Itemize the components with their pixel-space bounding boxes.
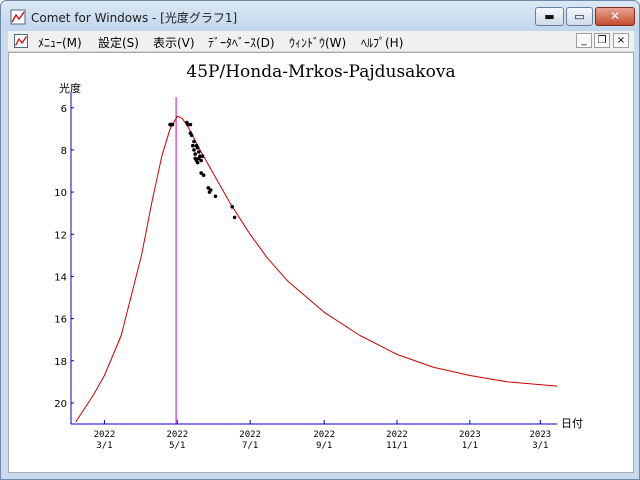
y-tick-label: 8 <box>61 146 67 157</box>
minimize-icon: ▬ <box>544 10 555 23</box>
x-tick-year: 2023 <box>459 430 481 440</box>
predicted-light-curve <box>75 115 558 423</box>
y-tick-label: 12 <box>54 230 67 241</box>
menu-bar: ﾒﾆｭｰ(M) 設定(S) 表示(V) ﾃﾞｰﾀﾍﾞｰｽ(D) ｳｨﾝﾄﾞｳ(W… <box>8 31 634 52</box>
title-bar[interactable]: Comet for Windows - [光度グラフ1] ▬ ▭ ✕ <box>1 1 639 31</box>
observation-point <box>199 158 203 163</box>
observation-point <box>192 148 196 152</box>
mdi-minimize-button[interactable]: _ <box>576 33 592 48</box>
observation-point <box>201 173 206 177</box>
x-tick-year: 2022 <box>94 430 116 440</box>
observation-point <box>195 160 200 165</box>
observation-point <box>191 143 195 148</box>
app-window: Comet for Windows - [光度グラフ1] ▬ ▭ ✕ ﾒﾆｭｰ(… <box>0 0 640 480</box>
observation-point <box>232 215 237 220</box>
chart-title: 45P/Honda-Mrkos-Pajdusakova <box>186 62 455 82</box>
x-tick-date: 9/1 <box>316 441 332 451</box>
x-axis-label: 日付 <box>561 417 583 430</box>
y-tick-label: 14 <box>54 272 67 283</box>
mdi-restore-button[interactable]: ❐ <box>594 33 610 48</box>
menu-window[interactable]: ｳｨﾝﾄﾞｳ(W) <box>289 34 346 51</box>
mdi-close-button[interactable]: × <box>613 33 629 48</box>
menu-database[interactable]: ﾃﾞｰﾀﾍﾞｰｽ(D) <box>208 34 275 51</box>
menu-view[interactable]: 表示(V) <box>153 34 195 51</box>
graph-area: 45P/Honda-Mrkos-Pajdusakova 光度日付 6 8 10 12 14 1… <box>8 52 634 473</box>
window-title: Comet for Windows - [光度グラフ1] <box>31 11 238 25</box>
graph-doc-icon <box>10 9 26 25</box>
child-window-icon[interactable] <box>14 34 28 48</box>
y-tick-label: 20 <box>54 399 67 410</box>
observation-point <box>197 150 201 154</box>
maximize-icon: ▭ <box>574 10 585 23</box>
observation-point <box>200 154 205 158</box>
menu-help[interactable]: ﾍﾙﾌﾟ(H) <box>361 34 403 51</box>
observation-point <box>230 205 234 209</box>
menu-settings[interactable]: 設定(S) <box>98 34 139 51</box>
x-tick-date: 11/1 <box>386 441 408 451</box>
x-tick-date: 3/1 <box>96 441 112 451</box>
menu-menu[interactable]: ﾒﾆｭｰ(M) <box>38 34 82 51</box>
observation-point <box>213 194 218 199</box>
y-tick-label: 16 <box>54 315 67 326</box>
close-button[interactable]: ✕ <box>595 7 635 26</box>
x-tick-year: 2022 <box>386 430 408 440</box>
y-tick-label: 10 <box>54 188 67 199</box>
observation-point <box>188 122 193 127</box>
observation-point <box>195 146 200 150</box>
y-tick-label: 6 <box>61 104 67 115</box>
observation-point <box>170 122 175 127</box>
observation-point <box>193 152 197 156</box>
x-tick-date: 5/1 <box>169 441 185 451</box>
x-tick-year: 2023 <box>529 430 551 440</box>
x-tick-year: 2022 <box>313 430 335 440</box>
minimize-button[interactable]: ▬ <box>535 7 564 26</box>
observation-point <box>192 139 196 144</box>
observation-point <box>189 133 194 137</box>
maximize-button[interactable]: ▭ <box>566 7 593 26</box>
y-axis-label: 光度 <box>59 81 81 95</box>
x-tick-date: 7/1 <box>242 441 258 451</box>
close-icon: ✕ <box>609 9 621 23</box>
x-tick-year: 2022 <box>239 430 261 440</box>
light-curve-chart: 45P/Honda-Mrkos-Pajdusakova 光度日付 6 8 10 12 14 1… <box>54 62 583 451</box>
observation-point <box>208 188 213 192</box>
x-tick-year: 2022 <box>166 430 188 440</box>
x-tick-date: 3/1 <box>532 441 548 451</box>
x-tick-date: 1/1 <box>462 441 478 451</box>
y-tick-label: 18 <box>54 357 67 368</box>
